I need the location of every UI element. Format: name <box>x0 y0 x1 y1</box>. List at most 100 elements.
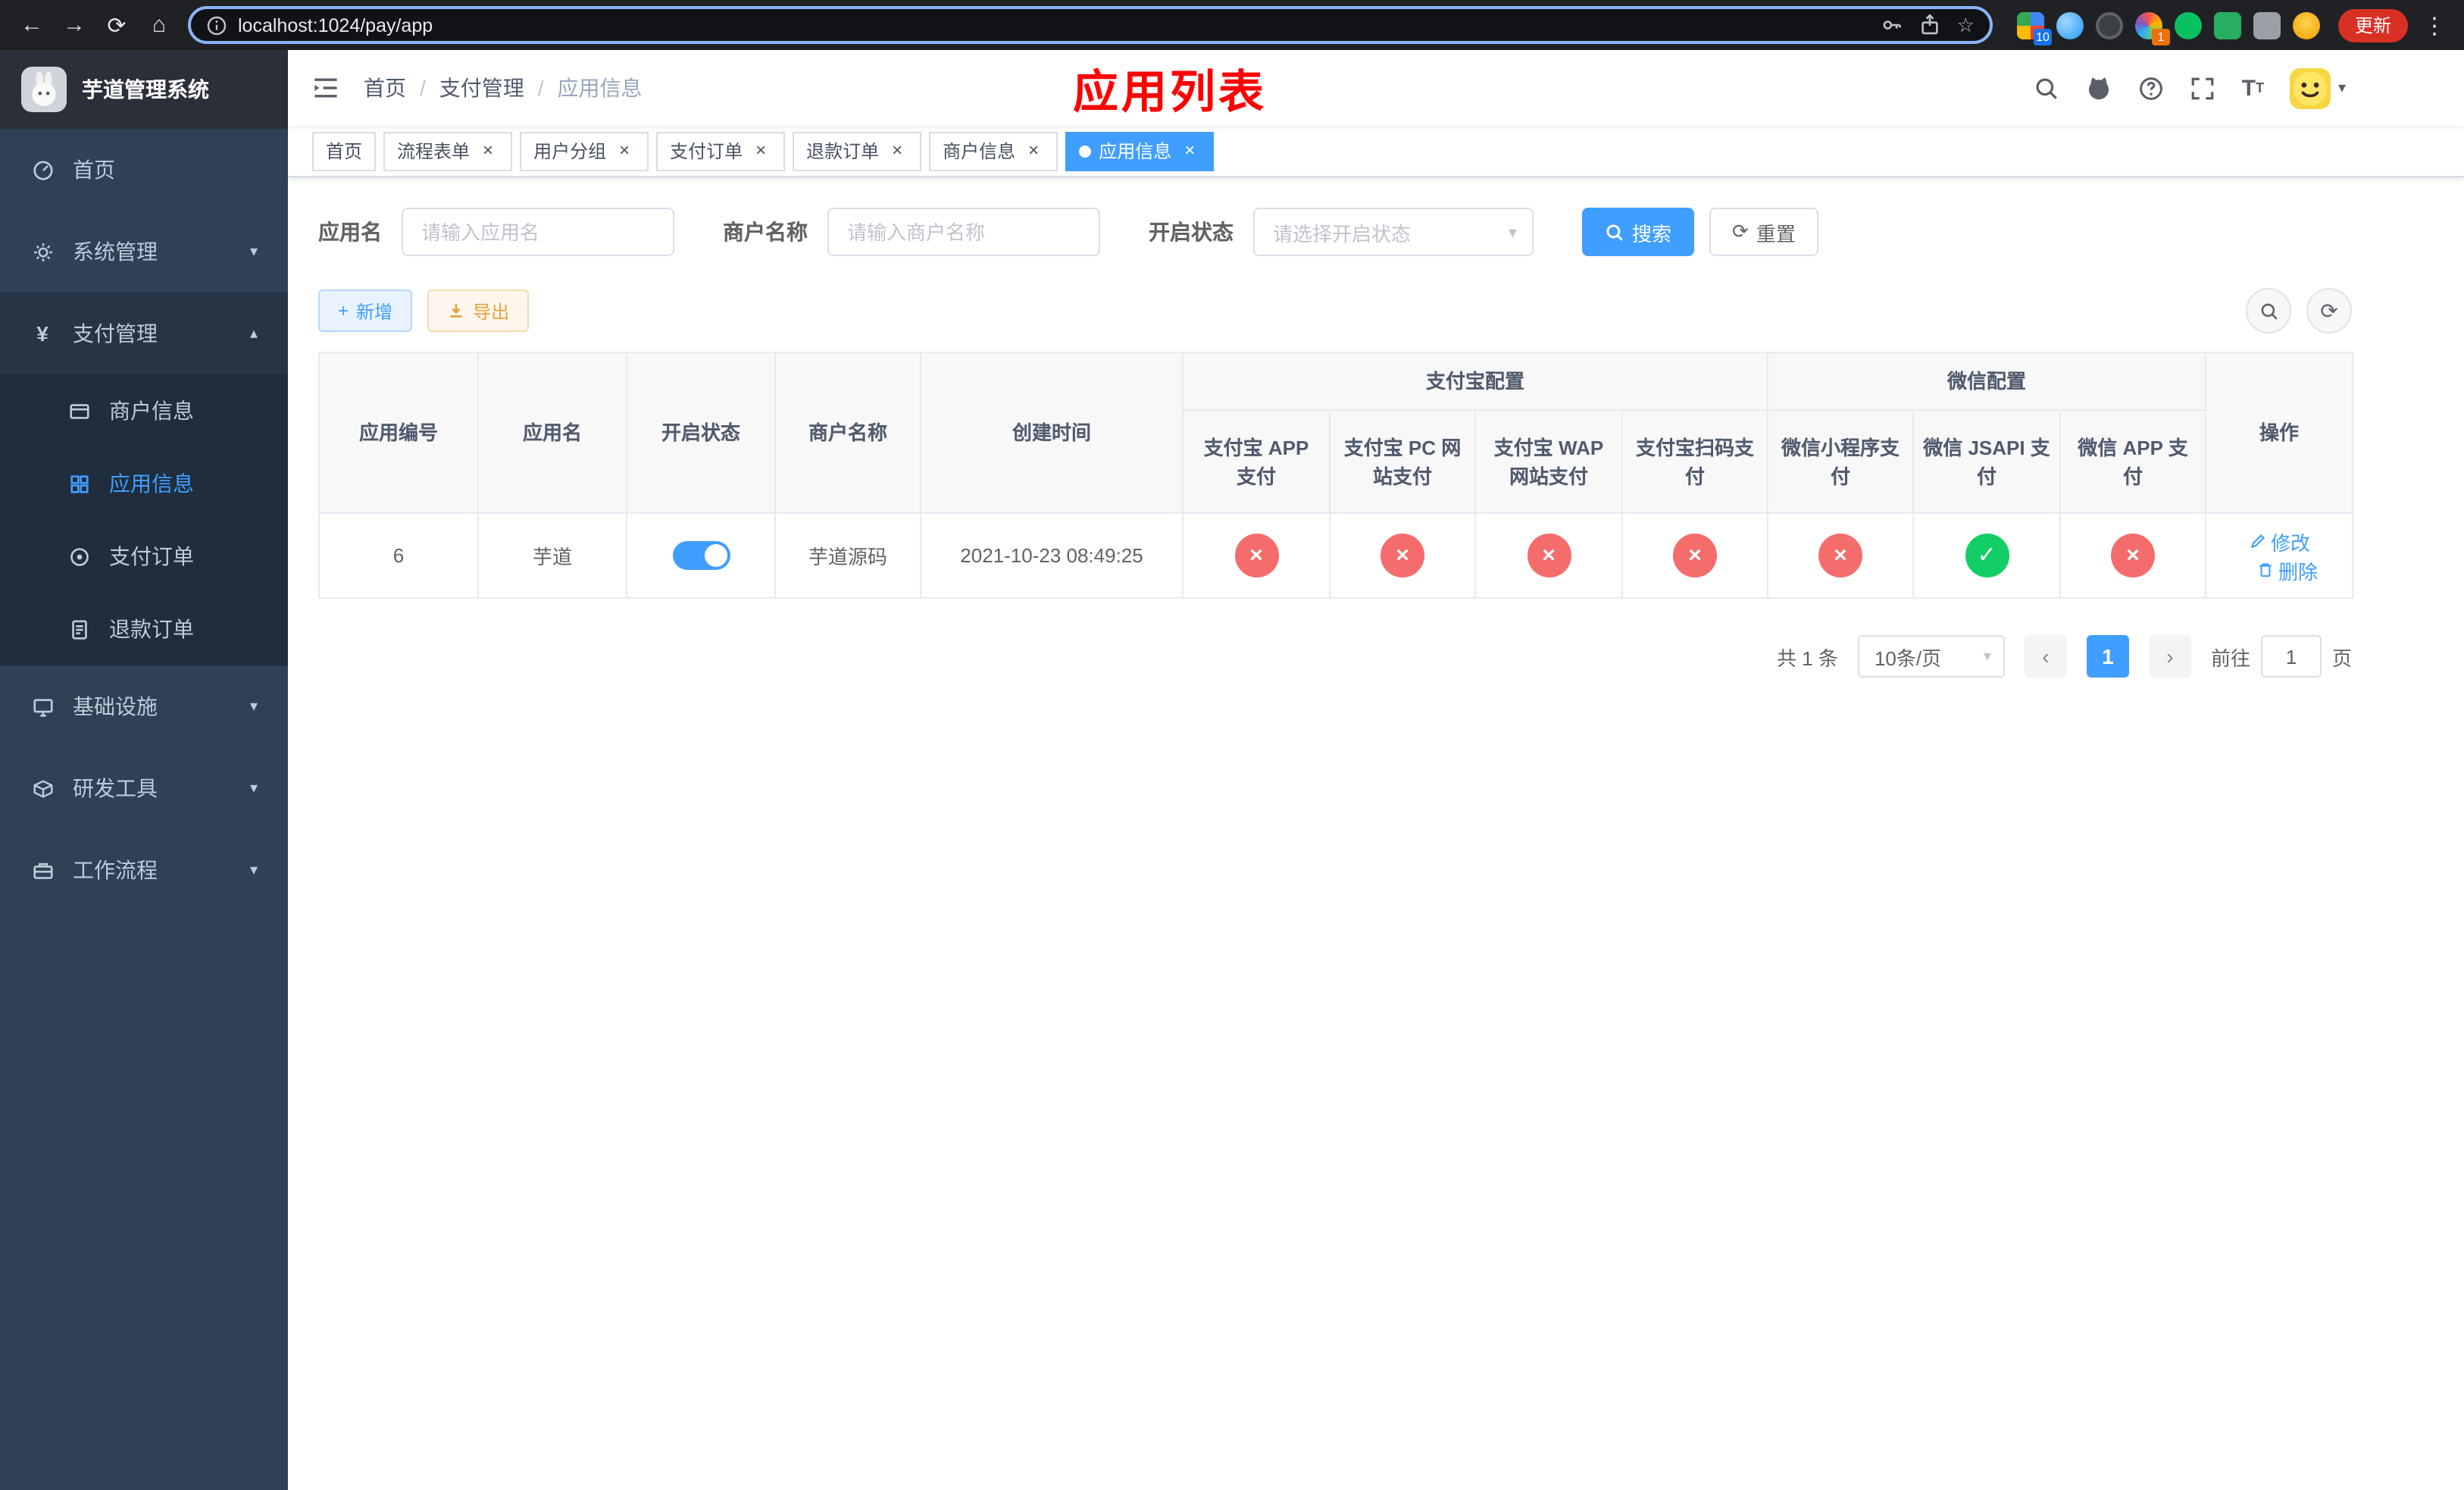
merchant-name-input[interactable] <box>827 208 1100 256</box>
extension-icon[interactable] <box>2095 11 2123 39</box>
column-header-alipay-app: 支付宝 APP 支付 <box>1182 409 1330 514</box>
url-text[interactable]: localhost:1024/pay/app <box>238 14 1871 36</box>
sidebar-item-system[interactable]: 系统管理 ▾ <box>0 211 288 293</box>
goto-page-input[interactable] <box>2260 635 2322 678</box>
close-icon[interactable]: × <box>750 139 771 161</box>
column-header-created: 创建时间 <box>920 352 1184 514</box>
search-icon[interactable] <box>2034 75 2060 101</box>
tab-refund-order[interactable]: 退款订单 × <box>793 131 922 171</box>
sidebar-item-refund-order[interactable]: 退款订单 <box>0 593 288 665</box>
sidebar-toggle-icon[interactable] <box>312 74 339 102</box>
tab-user-group[interactable]: 用户分组 × <box>520 131 649 171</box>
sidebar-item-label: 支付管理 <box>73 321 158 346</box>
next-page-button[interactable]: › <box>2148 635 2191 678</box>
sidebar-item-label: 研发工具 <box>73 776 158 800</box>
browser-forward-button[interactable]: → <box>55 5 94 45</box>
edit-button[interactable]: 修改 <box>2248 527 2310 556</box>
plus-icon: + <box>338 300 349 321</box>
sidebar-item-label: 系统管理 <box>73 239 158 264</box>
tab-merchant-info[interactable]: 商户信息 × <box>929 131 1058 171</box>
close-icon[interactable]: × <box>477 139 499 161</box>
add-button[interactable]: + 新增 <box>318 290 413 332</box>
show-search-toggle-button[interactable] <box>2246 288 2291 333</box>
site-info-icon[interactable] <box>206 14 227 36</box>
close-icon[interactable]: × <box>614 139 635 161</box>
share-icon[interactable] <box>1919 14 1942 36</box>
github-icon[interactable] <box>2086 74 2113 102</box>
page-size-select[interactable]: 10条/页 ▾ <box>1857 635 2005 678</box>
sidebar-item-home[interactable]: 首页 <box>0 129 288 211</box>
filter-form: 应用名 商户名称 开启状态 请选择开启状态 ▾ <box>318 208 2352 256</box>
address-bar[interactable]: localhost:1024/pay/app ☆ <box>188 6 1993 44</box>
column-header-alipay-wap: 支付宝 WAP 网站支付 <box>1474 409 1623 514</box>
avatar[interactable] <box>2289 67 2331 108</box>
close-icon[interactable]: × <box>1023 139 1044 161</box>
brand: 芋道管理系统 <box>0 50 288 129</box>
sidebar-item-infrastructure[interactable]: 基础设施 ▾ <box>0 665 288 747</box>
config-disabled-icon: × <box>1234 534 1278 578</box>
delete-button[interactable]: 删除 <box>2256 556 2318 584</box>
extension-icon[interactable] <box>2253 11 2281 39</box>
user-menu[interactable]: ▾ <box>2289 67 2346 108</box>
breadcrumb-payment[interactable]: 支付管理 <box>439 73 524 103</box>
extension-icon[interactable]: 1 <box>2134 11 2170 45</box>
tab-label: 支付订单 <box>670 141 743 162</box>
extensions-area: 10 1 <box>2008 11 2329 45</box>
bookmark-star-icon[interactable]: ☆ <box>1957 13 1975 37</box>
refresh-icon: ⟳ <box>2320 298 2338 322</box>
browser-update-button[interactable]: 更新 <box>2337 8 2408 42</box>
sidebar: 芋道管理系统 首页 系统管理 ▾ ¥ 支付管理 ▴ 商户信息 应用信息 支付订单… <box>0 50 288 1490</box>
fullscreen-icon[interactable] <box>2190 75 2216 101</box>
cell-created: 2021-10-23 08:49:25 <box>920 512 1184 599</box>
extension-icon[interactable] <box>2213 11 2241 39</box>
card-icon <box>67 399 91 422</box>
tab-flow-form[interactable]: 流程表单 × <box>383 131 513 171</box>
download-icon <box>450 304 462 318</box>
sidebar-item-merchant-info[interactable]: 商户信息 <box>0 374 288 447</box>
sidebar-item-pay-order[interactable]: 支付订单 <box>0 520 288 593</box>
content: 应用名 商户名称 开启状态 请选择开启状态 ▾ <box>288 177 2464 723</box>
extension-icon[interactable] <box>2174 11 2202 39</box>
document-icon <box>67 618 91 640</box>
column-header-app-name: 应用名 <box>477 352 627 514</box>
browser-home-button[interactable]: ⌂ <box>139 5 179 45</box>
column-header-status: 开启状态 <box>626 352 776 514</box>
sidebar-item-app-info[interactable]: 应用信息 <box>0 447 288 520</box>
brand-logo <box>21 67 67 112</box>
export-button[interactable]: 导出 <box>427 290 530 332</box>
table-row: 6 芋道 芋道源码 2021-10-23 08:49:25 × × × × × … <box>318 512 2354 599</box>
close-icon[interactable]: × <box>1179 139 1200 161</box>
column-header-wechat-jsapi: 微信 JSAPI 支付 <box>1912 409 2062 514</box>
extension-badge: 1 <box>2151 28 2170 45</box>
refresh-table-button[interactable]: ⟳ <box>2306 288 2352 333</box>
status-select[interactable]: 请选择开启状态 ▾ <box>1253 208 1534 256</box>
sidebar-item-dev-tools[interactable]: 研发工具 ▾ <box>0 747 288 829</box>
browser-back-button[interactable]: ← <box>12 5 52 45</box>
prev-page-button[interactable]: ‹ <box>2024 635 2067 678</box>
sidebar-item-workflow[interactable]: 工作流程 ▾ <box>0 829 288 911</box>
status-toggle[interactable] <box>672 541 730 570</box>
page-number-button[interactable]: 1 <box>2086 635 2129 678</box>
cell-alipay-qr: × <box>1621 512 1769 599</box>
extension-icon[interactable]: 10 <box>2016 11 2052 45</box>
close-icon[interactable]: × <box>886 139 908 161</box>
edit-icon <box>2250 534 2264 549</box>
breadcrumb-home[interactable]: 首页 <box>364 73 406 103</box>
tab-app-info[interactable]: 应用信息 × <box>1065 131 1215 171</box>
font-size-icon[interactable]: TT <box>2242 77 2264 99</box>
tab-pay-order[interactable]: 支付订单 × <box>656 131 786 171</box>
help-icon[interactable] <box>2139 75 2165 101</box>
monitor-icon <box>30 695 55 718</box>
extension-icon[interactable] <box>2056 11 2084 39</box>
search-button[interactable]: 搜索 <box>1582 208 1695 256</box>
reset-button[interactable]: ⟳ 重置 <box>1709 208 1818 256</box>
config-disabled-icon: × <box>1527 534 1571 578</box>
password-key-icon[interactable] <box>1881 14 1904 36</box>
tab-home[interactable]: 首页 <box>312 131 377 171</box>
sidebar-item-payment[interactable]: ¥ 支付管理 ▴ <box>0 293 288 374</box>
browser-reload-button[interactable]: ⟳ <box>97 5 136 45</box>
app-name-input[interactable] <box>402 208 674 256</box>
browser-menu-icon[interactable]: ⋮ <box>2417 11 2452 39</box>
extension-icon[interactable] <box>2292 11 2320 39</box>
chevron-down-icon: ▾ <box>249 698 258 715</box>
